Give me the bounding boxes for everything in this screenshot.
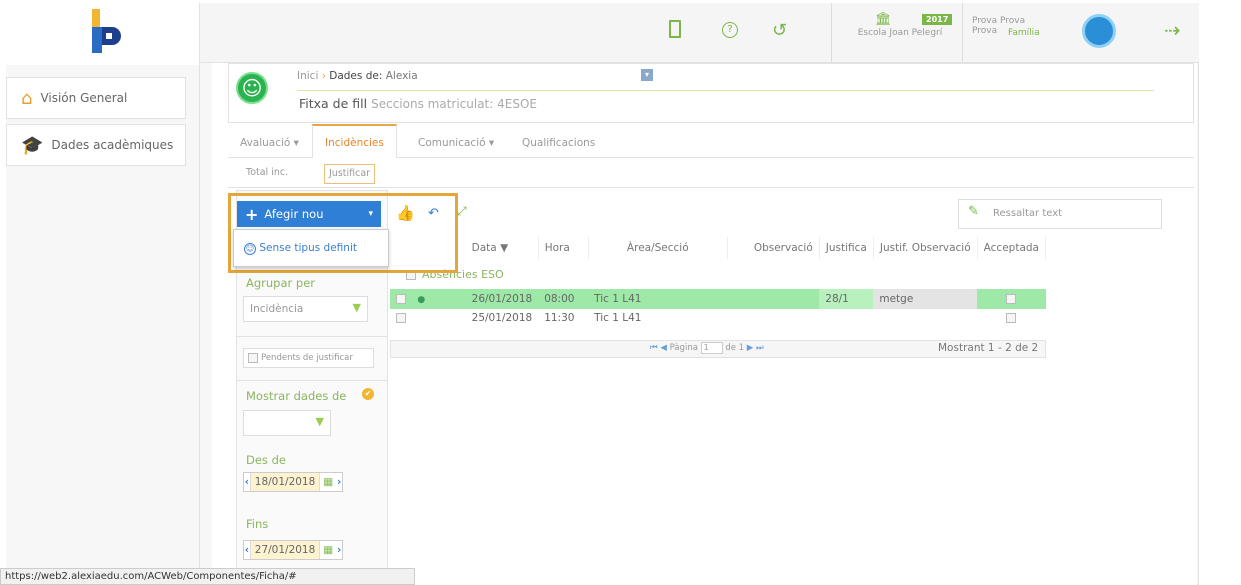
page-title: Fitxa de fill Seccions matriculat: 4ESOE	[299, 96, 537, 111]
accepted-checkbox[interactable]	[1006, 313, 1017, 323]
next-arrow-icon[interactable]: ›	[336, 476, 342, 488]
thumbs-up-icon[interactable]: 👍	[396, 204, 415, 222]
fins-datepicker[interactable]: ‹ 27/01/2018 ▦ ›	[243, 540, 343, 560]
breadcrumb-home[interactable]: Inici	[297, 70, 318, 82]
nav-dades-academiques[interactable]: 🎓 Dades acadèmiques	[6, 124, 186, 166]
tablet-icon[interactable]	[669, 20, 681, 38]
col-area[interactable]: Àrea/Secció	[588, 237, 728, 259]
first-page-icon[interactable]: ⏮	[650, 343, 658, 353]
group-row[interactable]: Absències ESO	[390, 259, 1046, 289]
user-role: Família	[1008, 28, 1040, 38]
calendar-icon[interactable]: ▦	[320, 544, 336, 556]
pager-controls: ⏮ ◀ Pàgina 1 de 1 ▶ ⏭	[650, 342, 764, 354]
pencil-icon: ✎	[968, 204, 979, 219]
col-justif-obs[interactable]: Justif. Observació	[873, 237, 978, 259]
col-justifica[interactable]: Justifica	[819, 237, 874, 259]
avatar[interactable]	[1082, 14, 1116, 48]
ressaltar-input[interactable]: Ressaltar text	[958, 199, 1162, 229]
divider	[297, 90, 1154, 91]
pendents-checkbox[interactable]: Pendents de justificar	[243, 348, 374, 368]
breadcrumb: Inici › Dades de: Alexia	[297, 70, 418, 82]
next-page-icon[interactable]: ▶	[747, 343, 754, 353]
col-observacio[interactable]: Observació	[727, 237, 820, 259]
status-url: https://web2.alexiaedu.com/ACWeb/Compone…	[0, 568, 415, 585]
year-badge: 2017	[922, 14, 953, 25]
divider	[962, 3, 963, 63]
divider	[236, 380, 388, 381]
agrupar-select[interactable]: Incidència ▼	[243, 296, 368, 322]
mostrar-label: Mostrar dades de	[246, 389, 347, 403]
check-icon: ✔	[362, 388, 374, 400]
history-icon[interactable]: ↺	[772, 20, 787, 41]
table-row[interactable]: ● 26/01/2018 08:00 Tic 1 L41 28/1 metge	[390, 289, 1046, 309]
mostrar-select[interactable]: ▼	[243, 410, 331, 436]
table-row[interactable]: 25/01/2018 11:30 Tic 1 L41	[390, 309, 1046, 327]
chevron-down-icon: ▼	[352, 301, 361, 314]
col-hora[interactable]: Hora	[538, 237, 589, 259]
chevron-down-icon: ▼	[315, 415, 324, 428]
next-arrow-icon[interactable]: ›	[336, 544, 342, 556]
logout-icon[interactable]: ⇢	[1164, 18, 1181, 42]
des-de-label: Des de	[246, 453, 286, 467]
prev-page-icon[interactable]: ◀	[660, 343, 667, 353]
row-checkbox[interactable]	[396, 294, 406, 304]
fins-label: Fins	[246, 517, 269, 531]
expand-icon[interactable]: ⤢	[457, 204, 467, 219]
incidents-table: Data ▼ Hora Àrea/Secció Observació Justi…	[390, 237, 1047, 327]
home-icon: ⌂	[21, 87, 33, 109]
agrupar-label: Agrupar per	[246, 276, 316, 290]
add-new-button[interactable]: + Afegir nou ▾	[237, 201, 381, 227]
subtab-justificar[interactable]: Justificar	[324, 164, 376, 184]
col-data[interactable]: Data ▼	[465, 237, 539, 259]
plus-icon: +	[245, 204, 259, 224]
dropdown-item-sense-tipus[interactable]: ☺ Sense tipus definit	[244, 242, 357, 255]
des-de-datepicker[interactable]: ‹ 18/01/2018 ▦ ›	[243, 472, 343, 492]
logo[interactable]	[6, 3, 200, 65]
tab-comunicacio[interactable]: Comunicació ▾	[412, 128, 500, 158]
school-building-icon: 🏛	[875, 12, 892, 27]
tab-incidencies[interactable]: Incidències	[312, 124, 397, 158]
tab-avaluacio[interactable]: Avaluació ▾	[234, 128, 305, 158]
row-checkbox[interactable]	[396, 313, 406, 323]
divider	[236, 336, 388, 337]
caret-down-icon[interactable]: ▾	[368, 209, 373, 219]
accessibility-icon: ☺	[236, 72, 268, 104]
nav-vision-general[interactable]: ⌂ Visión General	[6, 77, 186, 119]
graduation-cap-icon: 🎓	[21, 134, 44, 156]
school-name: Escola Joan Pelegrí	[857, 28, 943, 38]
add-dropdown-menu: ☺ Sense tipus definit	[233, 229, 389, 267]
calendar-icon[interactable]: ▦	[320, 476, 336, 488]
divider	[831, 3, 832, 63]
help-icon[interactable]: ?	[722, 22, 738, 38]
jp-logo-icon	[92, 9, 121, 53]
dropdown-arrow-icon[interactable]: ▾	[641, 69, 653, 81]
accessibility-icon: ☺	[244, 243, 256, 255]
last-page-icon[interactable]: ⏭	[756, 343, 764, 353]
subtab-total[interactable]: Total inc.	[242, 164, 293, 184]
table-header: Data ▼ Hora Àrea/Secció Observació Justi…	[390, 237, 1047, 259]
info-icon: ●	[417, 295, 426, 305]
col-acceptada[interactable]: Acceptada	[977, 237, 1047, 259]
tab-qualificacions[interactable]: Qualificacions	[516, 128, 601, 158]
reply-icon[interactable]: ↶	[428, 206, 439, 221]
showing-count: Mostrant 1 - 2 de 2	[938, 342, 1039, 354]
page-input[interactable]: 1	[700, 342, 723, 354]
accepted-checkbox[interactable]	[1006, 294, 1017, 304]
